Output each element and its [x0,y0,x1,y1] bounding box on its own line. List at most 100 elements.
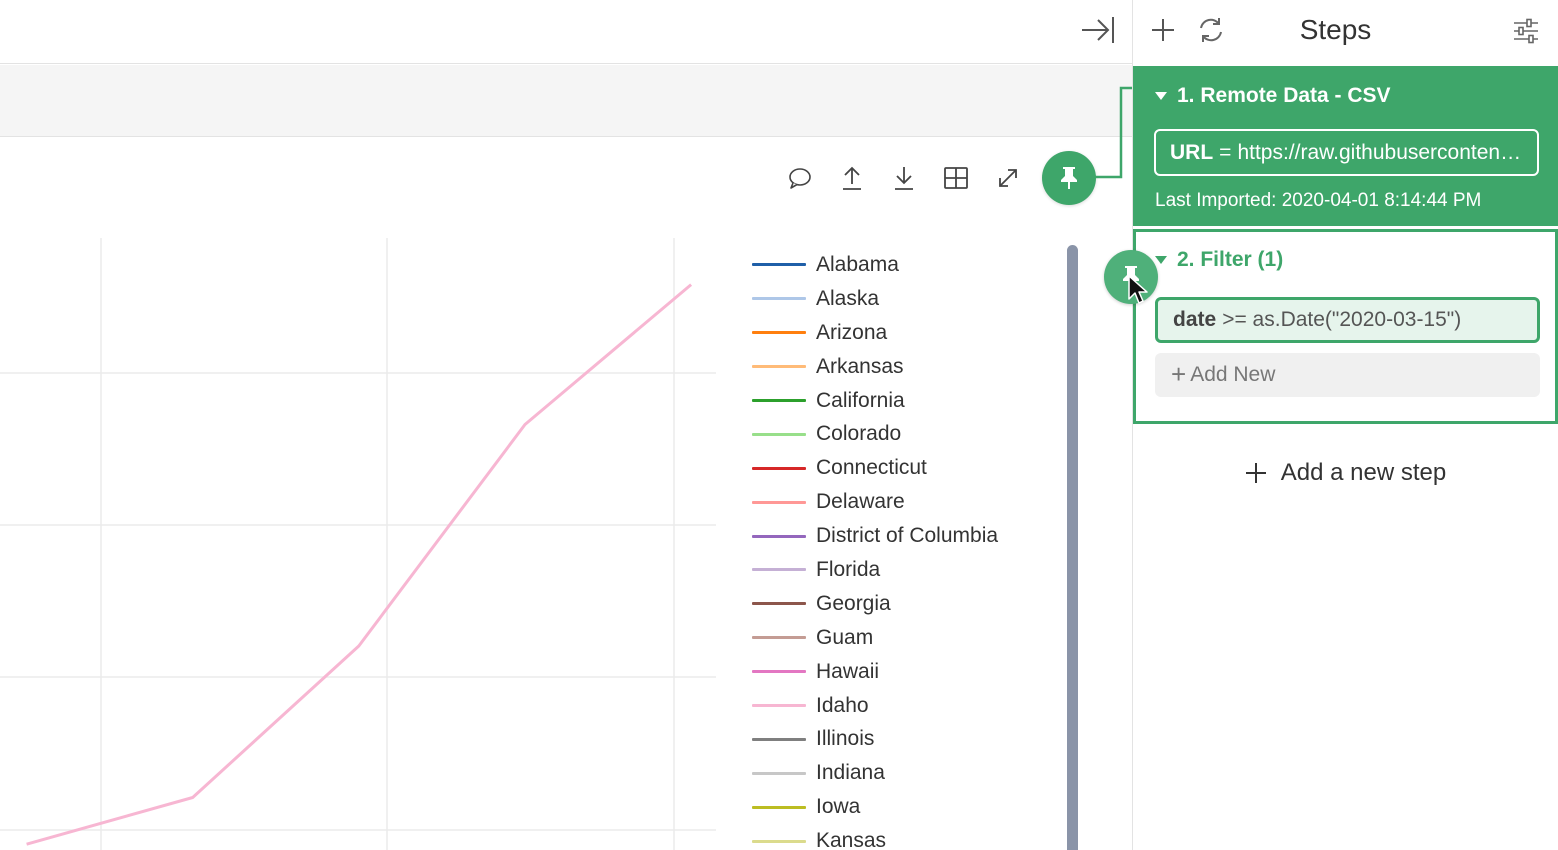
download-button[interactable] [884,158,924,198]
legend-label: Delaware [816,490,905,514]
legend-scrollbar[interactable] [1067,245,1078,850]
legend-item[interactable]: Florida [752,553,1052,587]
filter-expression: >= as.Date("2020-03-15") [1222,308,1462,331]
legend-label: District of Columbia [816,524,999,548]
expand-icon [999,169,1017,187]
legend-swatch [752,839,806,843]
pin-chart-button[interactable] [1042,151,1096,205]
arrow-to-right-icon [1082,17,1114,43]
legend-item[interactable]: Connecticut [752,451,1052,485]
settings-button[interactable] [1509,14,1543,48]
legend-item[interactable]: Colorado [752,417,1052,451]
legend-label: Florida [816,557,881,581]
filter-condition[interactable]: date >= as.Date("2020-03-15") [1155,297,1540,343]
download-icon [895,167,913,190]
legend-swatch [752,331,806,335]
chart-svg [0,238,716,850]
legend-swatch [752,670,806,674]
expand-button[interactable] [988,158,1028,198]
filter-key: date [1173,308,1217,331]
legend-item[interactable]: Illinois [752,722,1052,756]
legend-label: Arizona [816,320,888,344]
step-filter[interactable]: 2. Filter (1) date >= as.Date("2020-03-1… [1133,229,1558,424]
legend-item[interactable]: Iowa [752,790,1052,824]
tool-strip [0,65,1132,137]
legend-swatch [752,297,806,301]
steps-title: Steps [1299,14,1372,45]
comment-button[interactable] [780,158,820,198]
last-imported-text: Last Imported: 2020-04-01 8:14:44 PM [1155,190,1482,211]
steps-panel: Steps 1. Remote Data - CSV URL = https:/… [1133,0,1558,850]
table-icon [944,167,968,189]
main-area: Alabama Alaska Arizona Arkansas California Co… [0,0,1135,850]
legend-swatch [752,771,806,775]
legend-swatch [752,534,806,538]
chart-grid [0,238,716,850]
legend-swatch [752,432,806,436]
chart-toolbar [780,158,1028,198]
plus-icon: + [1171,358,1187,389]
legend-label: Colorado [816,422,902,446]
legend-item[interactable]: Hawaii [752,655,1052,689]
export-button[interactable] [832,158,872,198]
legend-item[interactable]: Arizona [752,316,1052,350]
legend-item[interactable]: Georgia [752,587,1052,621]
legend-label: California [816,388,905,412]
url-key: URL [1170,140,1214,164]
legend-swatch [752,568,806,572]
url-operator: = [1219,140,1232,164]
legend-swatch [752,365,806,369]
legend-label: Alaska [816,286,880,310]
step1-header[interactable]: 1. Remote Data - CSV [1155,84,1391,108]
legend-item[interactable]: District of Columbia [752,519,1052,553]
legend-item[interactable]: Alabama [752,248,1052,282]
legend-item[interactable]: Indiana [752,756,1052,790]
legend-item[interactable]: Guam [752,621,1052,655]
caret-down-icon [1155,256,1167,264]
pin-icon [1123,266,1139,288]
step-remote-data-csv[interactable]: 1. Remote Data - CSV URL = https://raw.g… [1133,66,1558,226]
legend-swatch [752,399,806,402]
add-new-step-label: Add a new step [1280,459,1447,486]
legend-swatch [752,805,806,809]
collapse-panel-button[interactable] [1078,12,1118,48]
legend-label: Indiana [816,761,885,785]
url-parameter-box[interactable]: URL = https://raw.githubusercontent.com/ [1154,129,1539,176]
upload-icon [843,166,861,190]
legend-swatch [752,704,806,708]
legend-swatch [752,602,806,606]
url-value: https://raw.githubusercontent.com/ [1237,140,1523,164]
legend-label: Illinois [816,727,875,751]
legend-item[interactable]: Arkansas [752,350,1052,384]
step1-label: 1. Remote Data - CSV [1177,84,1391,107]
legend-label: Guam [816,625,874,649]
legend-label: Iowa [816,795,861,819]
legend-swatch [752,263,806,267]
pin-icon [1061,167,1077,189]
table-view-button[interactable] [936,158,976,198]
add-new-step-button[interactable]: Add a new step [1133,452,1558,494]
legend-item[interactable]: Kansas [752,824,1052,850]
legend-item[interactable]: California [752,384,1052,418]
legend-label: Hawaii [816,659,880,683]
legend-swatch [752,500,806,504]
legend-label: Connecticut [816,456,927,480]
legend-label: Alabama [816,252,899,276]
series-line-idaho[interactable] [26,283,693,846]
legend-label: Kansas [816,829,887,850]
add-new-label: Add New [1190,363,1276,386]
add-new-filter-button[interactable]: + Add New [1155,353,1540,397]
pin-step-button[interactable] [1104,250,1158,304]
legend-swatch [752,466,806,470]
legend-swatch [752,636,806,640]
top-bar [0,0,1132,64]
steps-header: Steps [1133,0,1558,64]
legend-label: Georgia [816,591,891,615]
chart-series-layer [26,283,693,846]
step2-header[interactable]: 2. Filter (1) [1155,248,1283,272]
legend-item[interactable]: Alaska [752,282,1052,316]
legend-item[interactable]: Delaware [752,485,1052,519]
comment-icon [789,168,811,189]
legend-item[interactable]: Idaho [752,689,1052,723]
caret-down-icon [1155,92,1167,100]
